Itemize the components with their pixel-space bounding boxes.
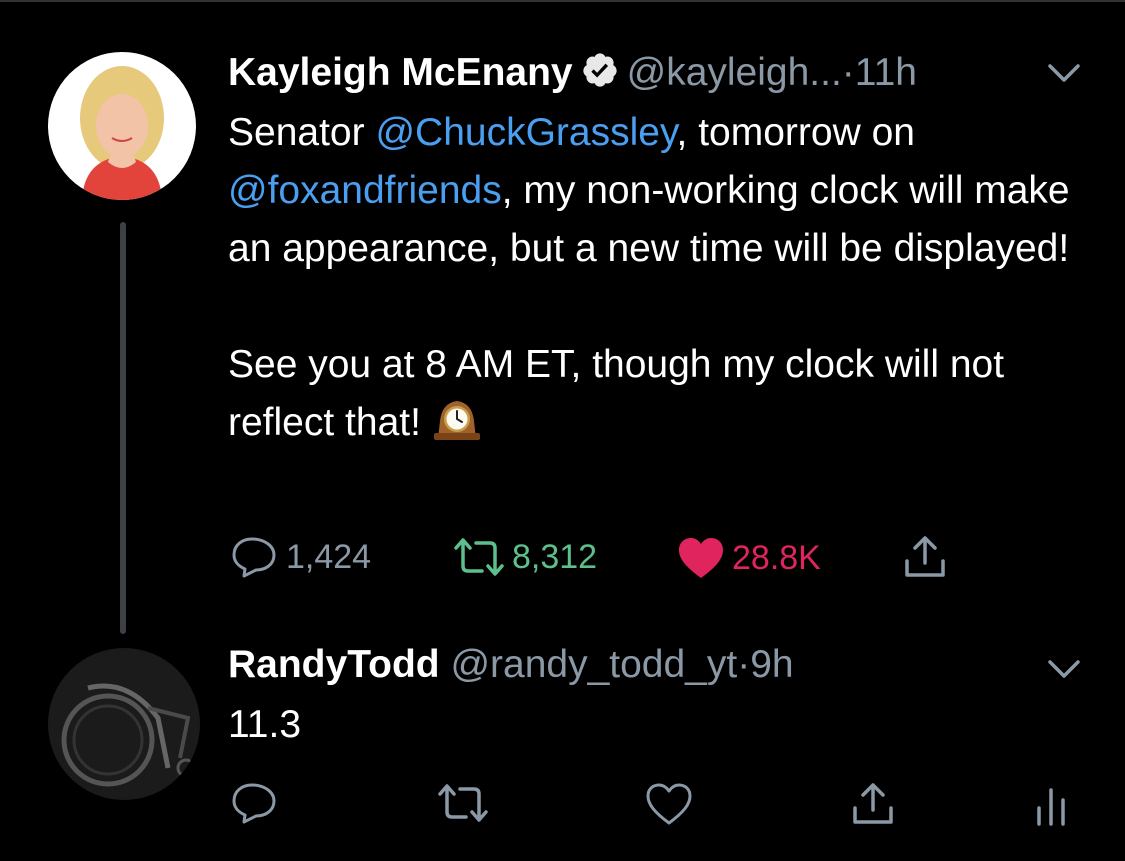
heart-icon: [646, 783, 692, 825]
mention-link[interactable]: @foxandfriends: [228, 169, 502, 212]
heart-icon: [679, 538, 723, 578]
like-count: 28.8K: [732, 539, 821, 577]
retweet-count: 8,312: [512, 538, 598, 576]
reply-action[interactable]: [230, 782, 280, 824]
tweet-body: Senator @ChuckGrassley, tomorrow on @fox…: [228, 104, 1088, 458]
separator-dot: ·: [841, 51, 855, 94]
reply-body: 11.3: [228, 703, 302, 746]
reply-header: RandyTodd @randy_todd_yt·9h: [228, 642, 794, 688]
share-action[interactable]: [850, 780, 896, 826]
reply-author-handle[interactable]: @randy_todd_yt: [450, 643, 737, 686]
tweet-header: Kayleigh McEnany @kayleigh...·11h: [228, 50, 917, 100]
share-action[interactable]: [902, 533, 948, 579]
tweet-paragraph-2: See you at 8 AM ET, though my clock will…: [228, 336, 1088, 458]
reply-bubble-icon: [232, 537, 276, 578]
retweet-icon: [438, 784, 488, 822]
chevron-down-icon[interactable]: [1044, 60, 1084, 91]
retweet-icon: [454, 538, 504, 576]
reply-count: 1,424: [286, 538, 372, 576]
share-icon: [853, 783, 893, 824]
top-divider: [0, 0, 1125, 2]
separator-dot: ·: [737, 643, 751, 686]
share-icon: [905, 536, 945, 577]
randytodd-avatar[interactable]: [48, 648, 200, 800]
mantel-clock-emoji-icon: [432, 395, 482, 458]
retweet-action[interactable]: [436, 782, 490, 824]
kayleigh-avatar[interactable]: [48, 52, 196, 200]
timestamp[interactable]: 11h: [855, 51, 917, 94]
reply-bubble-icon: [232, 783, 276, 824]
thread-connector-line: [120, 222, 126, 634]
retweet-action[interactable]: 8,312: [452, 536, 597, 578]
chevron-down-icon[interactable]: [1044, 656, 1084, 687]
like-action[interactable]: [644, 782, 694, 826]
like-action[interactable]: 28.8K: [676, 536, 821, 580]
author-name[interactable]: Kayleigh McEnany: [228, 51, 573, 94]
reply-action[interactable]: 1,424: [230, 536, 371, 578]
verified-badge-icon: [581, 51, 619, 100]
reply-timestamp[interactable]: 9h: [750, 643, 793, 686]
author-handle[interactable]: @kayleigh...: [627, 51, 842, 94]
tweet-paragraph-1: Senator @ChuckGrassley, tomorrow on @fox…: [228, 111, 1070, 270]
reply-author-name[interactable]: RandyTodd: [228, 643, 440, 686]
analytics-action[interactable]: [1034, 786, 1068, 826]
mention-link[interactable]: @ChuckGrassley: [375, 111, 676, 154]
analytics-icon: [1037, 788, 1065, 826]
